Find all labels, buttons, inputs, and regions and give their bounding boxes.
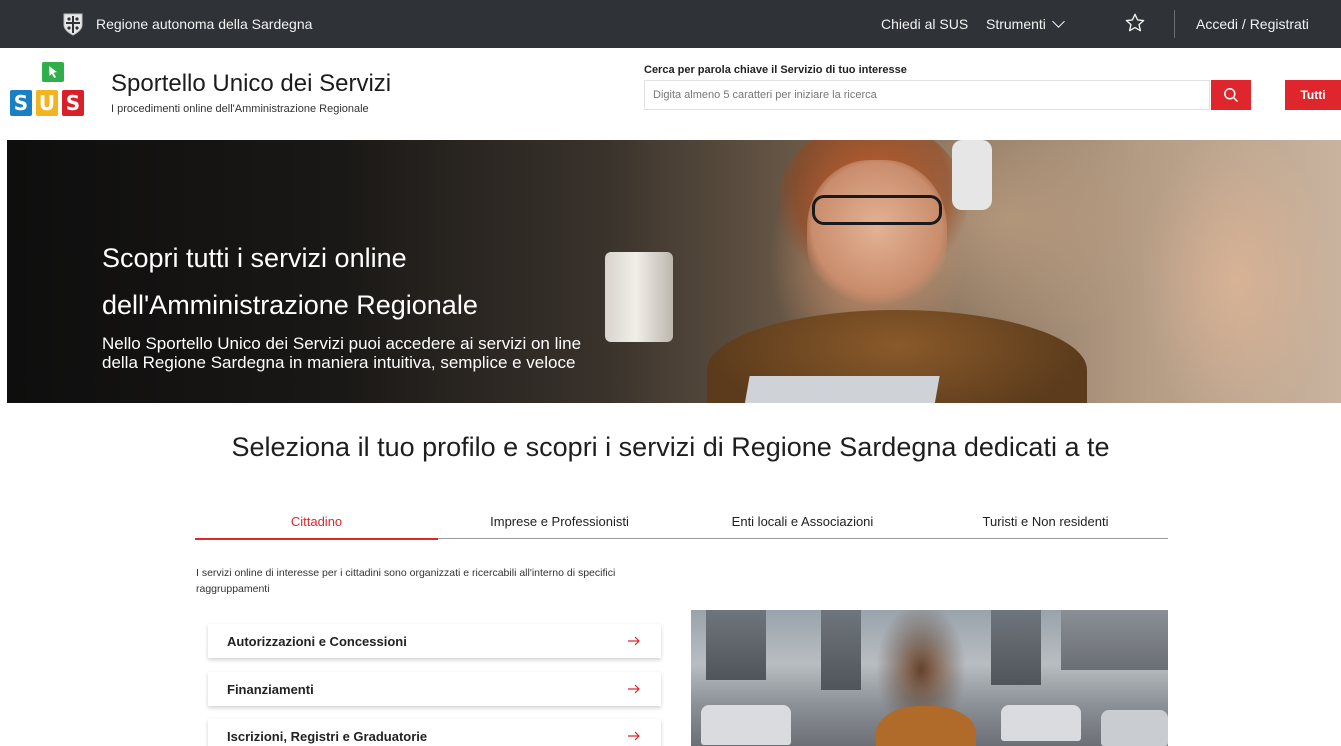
tab-imprese[interactable]: Imprese e Professionisti — [438, 505, 681, 539]
photo-detail — [991, 610, 1041, 685]
category-label: Iscrizioni, Registri e Graduatorie — [227, 729, 428, 744]
photo-detail — [821, 610, 861, 690]
site-header: S U S Sportello Unico dei Servizi I proc… — [0, 48, 1341, 140]
search-icon — [1224, 88, 1239, 103]
topbar-divider — [1174, 10, 1175, 38]
hero-description-line: Nello Sportello Unico dei Servizi puoi a… — [102, 334, 582, 353]
hero-photo-detail — [744, 376, 940, 403]
site-subtitle: I procedimenti online dell'Amministrazio… — [111, 103, 369, 115]
photo-detail — [876, 706, 976, 746]
hero-description-line: della Regione Sardegna in maniera intuit… — [102, 353, 576, 372]
hero-title: Scopri tutti i servizi online dell'Ammin… — [102, 235, 702, 329]
hero-title-line: Scopri tutti i servizi online — [102, 243, 407, 273]
chevron-down-icon — [1052, 15, 1065, 28]
logo-letter: S — [10, 90, 32, 116]
tools-label: Strumenti — [986, 16, 1046, 32]
category-label: Finanziamenti — [227, 682, 314, 697]
ask-sus-link[interactable]: Chiedi al SUS — [881, 16, 968, 32]
search-input[interactable] — [644, 80, 1210, 110]
region-link[interactable]: Regione autonoma della Sardegna — [96, 16, 312, 32]
region-crest-icon — [63, 13, 83, 36]
tab-turisti[interactable]: Turisti e Non residenti — [924, 505, 1167, 539]
hero-description: Nello Sportello Unico dei Servizi puoi a… — [102, 334, 702, 372]
arrow-right-icon — [628, 684, 640, 694]
search-button[interactable] — [1211, 80, 1251, 110]
all-services-button[interactable]: Tutti — [1285, 80, 1341, 110]
photo-detail — [1001, 705, 1081, 741]
arrow-right-icon — [628, 731, 640, 741]
hero-banner: Scopri tutti i servizi online dell'Ammin… — [7, 140, 1341, 403]
search-label: Cerca per parola chiave il Servizio di t… — [644, 64, 907, 76]
logo-arrow-icon — [42, 62, 64, 82]
arrow-right-icon — [628, 636, 640, 646]
hero-photo-detail — [807, 160, 947, 310]
citizen-photo — [691, 610, 1168, 746]
login-link[interactable]: Accedi / Registrati — [1196, 16, 1309, 32]
photo-detail — [701, 705, 791, 745]
top-bar: Regione autonoma della Sardegna Chiedi a… — [0, 0, 1341, 48]
logo-letter: U — [36, 90, 58, 116]
category-label: Autorizzazioni e Concessioni — [227, 634, 407, 649]
tab-enti-locali[interactable]: Enti locali e Associazioni — [681, 505, 924, 539]
profile-section-title: Seleziona il tuo profilo e scopri i serv… — [231, 432, 1110, 462]
tools-menu[interactable]: Strumenti — [986, 15, 1065, 32]
site-title[interactable]: Sportello Unico dei Servizi — [111, 70, 391, 98]
profile-intro: I servizi online di interesse per i citt… — [196, 567, 616, 595]
category-item[interactable]: Finanziamenti — [208, 672, 661, 706]
profile-tabs: Cittadino Imprese e Professionisti Enti … — [195, 505, 1168, 540]
category-item[interactable]: Iscrizioni, Registri e Graduatorie — [208, 719, 661, 746]
category-item[interactable]: Autorizzazioni e Concessioni — [208, 624, 661, 658]
photo-detail — [1101, 710, 1168, 746]
photo-detail — [706, 610, 766, 680]
hero-photo-detail — [952, 140, 992, 210]
tab-cittadino[interactable]: Cittadino — [195, 505, 438, 540]
photo-detail — [1061, 610, 1168, 670]
hero-photo-detail — [812, 195, 942, 225]
logo-letter: S — [62, 90, 84, 116]
star-icon[interactable] — [1124, 12, 1146, 34]
hero-title-line: dell'Amministrazione Regionale — [102, 290, 478, 320]
sus-logo[interactable]: S U S — [10, 62, 88, 118]
